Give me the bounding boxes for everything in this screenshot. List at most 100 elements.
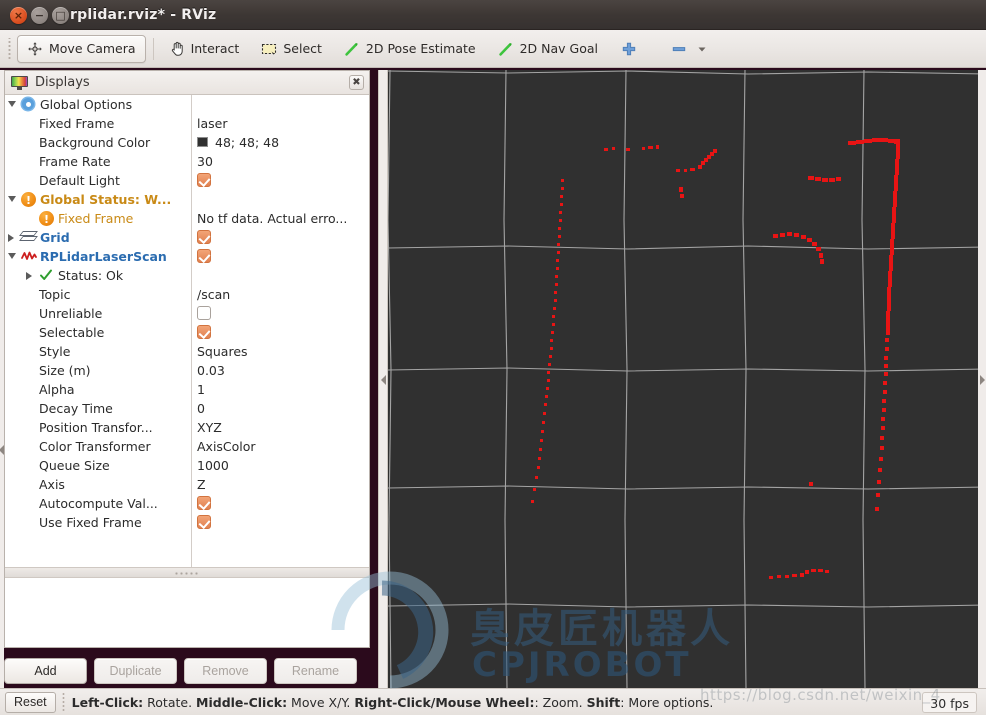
displays-panel-close-button[interactable]: ✖ xyxy=(349,75,364,90)
view-splitter-left[interactable] xyxy=(378,70,388,688)
rename-button[interactable]: Rename xyxy=(274,658,357,684)
window-minimize-button[interactable]: − xyxy=(31,7,48,24)
tree-row-label: Default Light xyxy=(39,173,120,188)
tree-row-value[interactable]: 48; 48; 48 xyxy=(215,133,279,152)
tree-row-value[interactable]: laser xyxy=(197,114,227,133)
description-pane xyxy=(5,578,369,647)
hand-pointer-icon xyxy=(171,41,183,56)
tree-row[interactable]: Autocompute Val... xyxy=(5,494,369,513)
tree-row-label: Topic xyxy=(39,287,71,302)
tree-row-value[interactable]: 0 xyxy=(197,399,205,418)
displays-tree[interactable]: Global Options Fixed Frame laser Background… xyxy=(5,95,369,567)
tool-2d-nav-goal-label: 2D Nav Goal xyxy=(519,41,598,56)
displays-button-row: Add Duplicate Remove Rename xyxy=(4,656,370,686)
tree-row[interactable]: Decay Time 0 xyxy=(5,399,369,418)
tool-2d-nav-goal[interactable]: 2D Nav Goal xyxy=(488,35,608,63)
row-checkbox[interactable] xyxy=(197,230,211,244)
tool-interact[interactable]: Interact xyxy=(159,35,250,63)
tree-row[interactable]: Default Light xyxy=(5,171,369,190)
tree-row[interactable]: Global Options xyxy=(5,95,369,114)
tree-row[interactable]: Background Color 48; 48; 48 xyxy=(5,133,369,152)
toolbar-grip[interactable] xyxy=(6,37,13,60)
tree-row[interactable]: Grid xyxy=(5,228,369,247)
tree-row[interactable]: Unreliable xyxy=(5,304,369,323)
displays-panel-title: Displays xyxy=(35,75,90,90)
tree-row[interactable]: Axis Z xyxy=(5,475,369,494)
tree-row-label: Grid xyxy=(40,230,70,245)
tree-row-label: Use Fixed Frame xyxy=(39,515,142,530)
tool-move-camera[interactable]: Move Camera xyxy=(17,34,146,63)
tree-expander[interactable] xyxy=(8,196,16,202)
tree-row[interactable]: Status: Ok xyxy=(5,266,369,285)
tree-row-value[interactable]: No tf data. Actual erro... xyxy=(197,209,347,228)
tree-row-value[interactable]: XYZ xyxy=(197,418,222,437)
tool-remove-panel[interactable] xyxy=(664,35,714,63)
row-checkbox[interactable] xyxy=(197,173,211,187)
remove-button[interactable]: Remove xyxy=(184,658,267,684)
tree-row[interactable]: Selectable xyxy=(5,323,369,342)
rviz-window: × − □ rplidar.rviz* - RViz Move Camera I… xyxy=(0,0,986,715)
color-swatch[interactable] xyxy=(197,137,208,147)
tool-interact-label: Interact xyxy=(190,41,240,56)
hint-segment: Left-Click: xyxy=(71,694,144,710)
view-splitter-right[interactable] xyxy=(978,70,986,688)
tree-row-value[interactable]: 1000 xyxy=(197,456,229,475)
tree-row[interactable]: RPLidarLaserScan xyxy=(5,247,369,266)
tree-row-value[interactable]: /scan xyxy=(197,285,230,304)
tree-column-divider[interactable] xyxy=(191,95,192,567)
gear-icon xyxy=(21,97,36,112)
fps-indicator: 30 fps xyxy=(922,691,977,713)
row-checkbox[interactable] xyxy=(197,515,211,529)
reset-button[interactable]: Reset xyxy=(5,691,56,713)
row-checkbox[interactable] xyxy=(197,325,211,339)
tree-row[interactable]: Fixed Frame laser xyxy=(5,114,369,133)
status-bar: Reset Left-Click: Rotate. Middle-Click: … xyxy=(0,688,986,715)
tree-row-label: Fixed Frame xyxy=(58,211,134,226)
mouse-hint-text: Left-Click: Rotate. Middle-Click: Move X… xyxy=(72,695,714,710)
tree-row-value[interactable]: Z xyxy=(197,475,206,494)
tree-row-label: Style xyxy=(39,344,71,359)
tree-row[interactable]: Position Transfor... XYZ xyxy=(5,418,369,437)
tree-row[interactable]: Use Fixed Frame xyxy=(5,513,369,532)
tree-row-value[interactable]: 0.03 xyxy=(197,361,225,380)
tree-row-value[interactable]: AxisColor xyxy=(197,437,256,456)
tree-row[interactable]: Color Transformer AxisColor xyxy=(5,437,369,456)
add-button[interactable]: Add xyxy=(4,658,87,684)
tree-row[interactable]: Fixed Frame No tf data. Actual erro... xyxy=(5,209,369,229)
toolbar-separator xyxy=(152,37,154,60)
duplicate-button[interactable]: Duplicate xyxy=(94,658,177,684)
row-checkbox[interactable] xyxy=(197,306,211,320)
chevron-down-icon[interactable] xyxy=(697,44,707,54)
tree-expander[interactable] xyxy=(26,272,32,280)
tree-expander[interactable] xyxy=(8,101,16,107)
3d-render-view[interactable] xyxy=(388,70,986,688)
tree-row[interactable]: Topic/scan xyxy=(5,285,369,304)
panel-splitter[interactable] xyxy=(5,567,369,578)
tool-select[interactable]: Select xyxy=(251,35,332,63)
tree-row[interactable]: Alpha 1 xyxy=(5,380,369,399)
row-checkbox[interactable] xyxy=(197,496,211,510)
tool-2d-pose-estimate[interactable]: 2D Pose Estimate xyxy=(334,35,486,63)
hint-segment: Move X/Y. xyxy=(287,694,355,710)
tree-row-value[interactable]: 1 xyxy=(197,380,205,399)
tree-row-label: Alpha xyxy=(39,382,75,397)
hint-segment: : More options. xyxy=(620,694,714,710)
tree-row[interactable]: Frame Rate 30 xyxy=(5,152,369,171)
tree-row-value[interactable]: 30 xyxy=(197,152,213,171)
hint-segment: Middle-Click: xyxy=(196,694,288,710)
tree-row[interactable]: Global Status: W... xyxy=(5,190,369,210)
tree-expander[interactable] xyxy=(8,253,16,259)
tree-row[interactable]: Style Squares xyxy=(5,342,369,361)
title-bar: × − □ rplidar.rviz* - RViz xyxy=(0,0,986,30)
window-maximize-button[interactable]: □ xyxy=(52,7,69,24)
window-close-button[interactable]: × xyxy=(10,7,27,24)
tree-row[interactable]: Queue Size 1000 xyxy=(5,456,369,475)
tree-expander[interactable] xyxy=(8,234,14,242)
tool-add-panel[interactable] xyxy=(610,35,648,63)
tree-row-label: Status: Ok xyxy=(58,268,124,283)
hint-segment: Rotate. xyxy=(143,694,197,710)
tree-row[interactable]: Size (m) 0.03 xyxy=(5,361,369,380)
tree-row-value[interactable]: Squares xyxy=(197,342,248,361)
status-separator xyxy=(61,692,66,712)
row-checkbox[interactable] xyxy=(197,249,211,263)
